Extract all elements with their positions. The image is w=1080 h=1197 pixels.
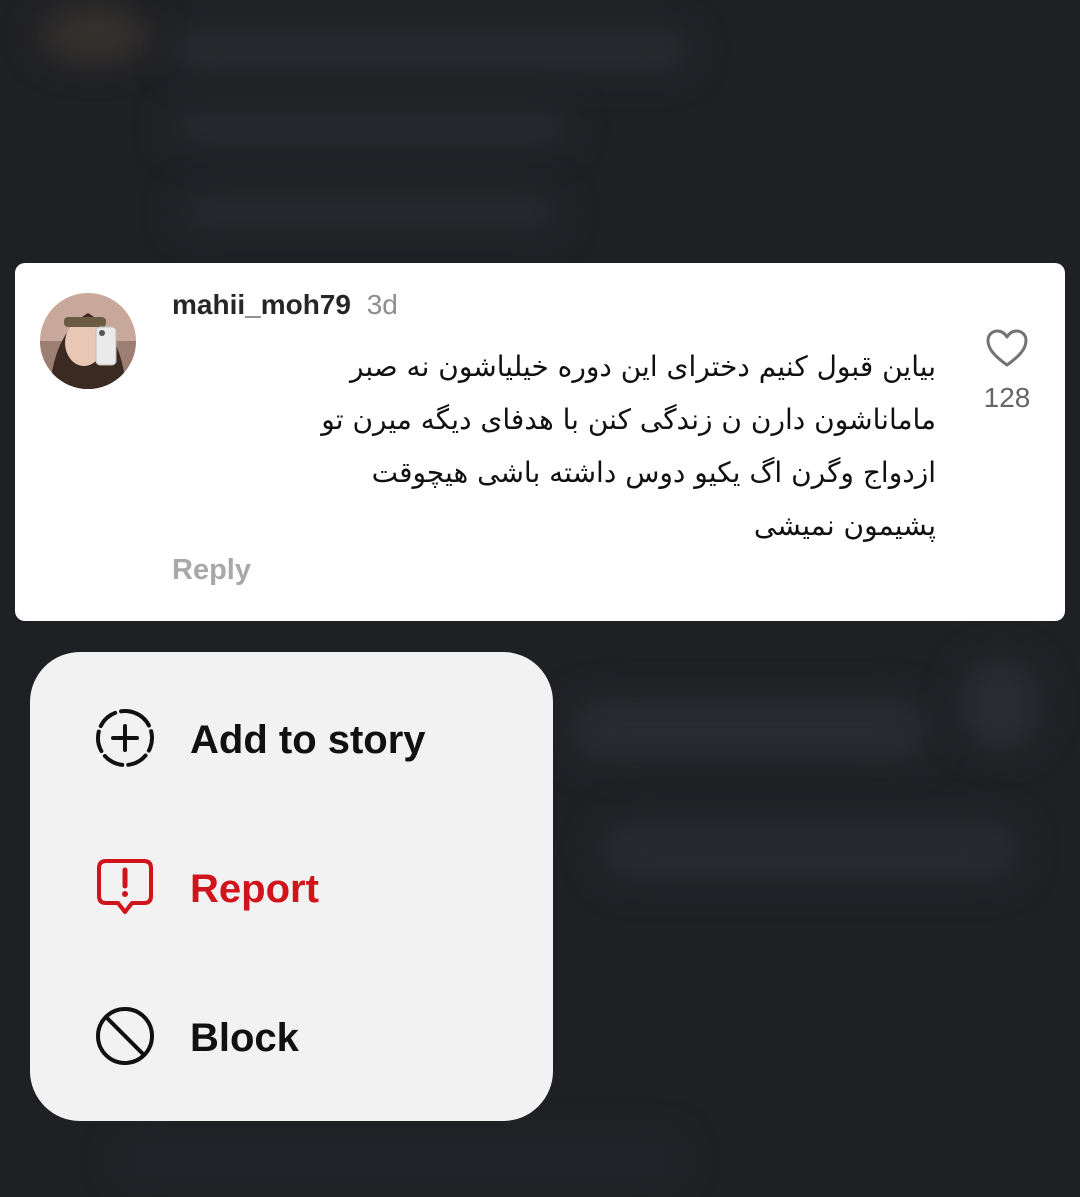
- menu-item-label: Block: [190, 1016, 299, 1060]
- avatar[interactable]: [40, 293, 136, 389]
- comment-line: ماماناشون دارن ن زندگی کنن با هدفای دیگه…: [321, 403, 936, 436]
- comment-line: پشیمون نمیشی: [753, 509, 936, 542]
- reply-button[interactable]: Reply: [172, 552, 251, 588]
- comment-action-menu: Add to story Report Block: [30, 652, 553, 1121]
- username[interactable]: mahii_moh79: [172, 289, 351, 320]
- blurred-content: [960, 660, 1040, 750]
- add-to-story-icon: [96, 709, 154, 767]
- comment-line: بیاین قبول کنیم دخترای این دوره خیلیاشون…: [349, 350, 936, 383]
- blurred-content: [570, 700, 930, 760]
- comment-text: بیاین قبول کنیم دخترای این دوره خیلیاشون…: [180, 340, 936, 552]
- blurred-content: [120, 1140, 680, 1180]
- blurred-content: [600, 820, 1020, 880]
- comment-line: ازدواج وگرن اگ یکیو دوس داشته باشی هیچوق…: [371, 456, 936, 489]
- block-button[interactable]: Block: [30, 976, 553, 1096]
- comment-header: mahii_moh79 3d: [172, 287, 398, 323]
- blurred-content: [170, 30, 690, 70]
- like-button[interactable]: [985, 328, 1029, 368]
- report-button[interactable]: Report: [30, 827, 553, 947]
- add-to-story-button[interactable]: Add to story: [30, 678, 553, 798]
- menu-item-label: Report: [190, 867, 319, 911]
- heart-outline-icon: [986, 329, 1028, 367]
- blurred-content: [180, 195, 560, 229]
- like-count: 128: [983, 382, 1031, 413]
- report-icon: [97, 859, 153, 914]
- block-icon: [96, 1007, 154, 1065]
- blurred-content: [170, 110, 570, 144]
- timestamp: 3d: [366, 289, 398, 320]
- blurred-content: [40, 10, 150, 60]
- menu-item-label: Add to story: [190, 718, 426, 762]
